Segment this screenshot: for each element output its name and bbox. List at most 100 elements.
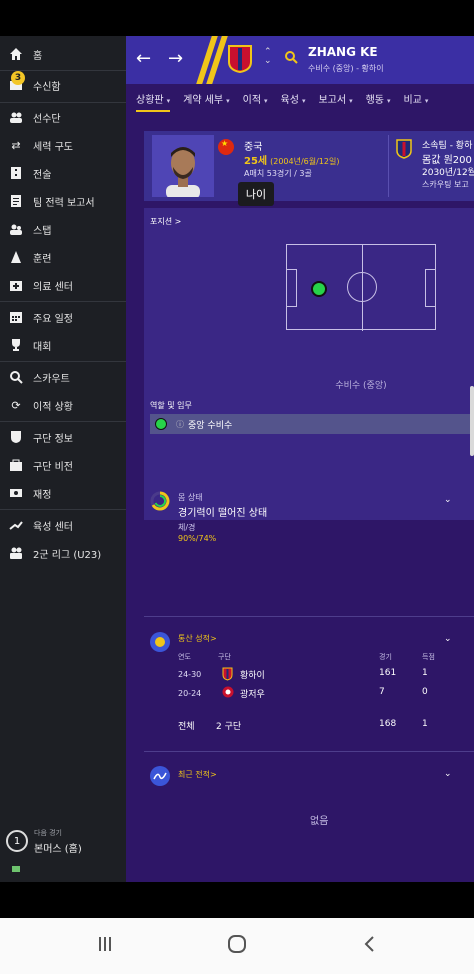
- sidebar-item-scouting[interactable]: 스카우트: [0, 363, 126, 391]
- sidebar-item-dynamics[interactable]: ⇄ 세력 구도: [0, 131, 126, 159]
- transfer-icon: ⟳: [11, 398, 21, 412]
- next-match[interactable]: 1 다음 경기 본머스 (홈): [4, 826, 124, 860]
- sidebar-item-squad[interactable]: 선수단: [0, 103, 126, 131]
- sidebar-item-label: 육성 센터: [33, 521, 73, 533]
- sidebar-item-tactics[interactable]: 전술: [0, 159, 126, 187]
- stat-year: 20-24: [178, 689, 202, 698]
- home-icon: [9, 47, 23, 61]
- sidebar-item-home[interactable]: 홈: [0, 40, 126, 68]
- next-match-number: 1: [6, 830, 28, 852]
- forward-arrow-icon[interactable]: →: [168, 48, 183, 69]
- age[interactable]: 25세 (2004년/6월/12일): [244, 152, 339, 167]
- sidebar-item-staff[interactable]: 스탭: [0, 215, 126, 243]
- tab-transfer[interactable]: 이적 ▾: [243, 91, 268, 106]
- recent-form-title[interactable]: 최근 전적>: [178, 769, 217, 780]
- stat-total-goals: 1: [422, 719, 428, 729]
- profile-card: 중국 25세(2004년/6월/12일) A매치 53경기 / 3골 소속팀 -…: [144, 131, 474, 201]
- role-status-dot: [155, 418, 167, 430]
- stat-goals: 0: [422, 687, 428, 697]
- sidebar-item-label: 스카우트: [33, 373, 70, 385]
- trend-icon: [150, 766, 170, 786]
- player-subtitle: 수비수 (중앙) - 황하이: [308, 64, 384, 73]
- pitch-centre-circle: [347, 272, 377, 302]
- sidebar-item-club-info[interactable]: 구단 정보: [0, 423, 126, 451]
- development-icon: [9, 518, 23, 532]
- tab-bar: 상황판 ▾ 계약 세부 ▾ 이적 ▾ 육성 ▾ 보고서 ▾ 행동 ▾ 비교 ▾: [126, 84, 474, 112]
- training-icon: [9, 250, 23, 264]
- sidebar-item-u23[interactable]: 2군 리그 (U23): [0, 539, 126, 567]
- guangzhou-crest-icon: [222, 686, 234, 698]
- international-caps: A매치 53경기 / 3골: [244, 169, 312, 178]
- player-photo: [152, 135, 214, 197]
- sidebar: 홈 수신함 3 선수단 ⇄ 세력 구도 전술 팀 전력 보고서 스탭 훈련 의료…: [0, 36, 126, 882]
- chevron-down-icon[interactable]: ⌄: [444, 634, 452, 644]
- tab-compare[interactable]: 비교 ▾: [404, 91, 429, 106]
- divider: [0, 301, 126, 302]
- sidebar-item-label: 주요 일정: [33, 313, 73, 325]
- chevron-down-icon: ▾: [301, 96, 306, 105]
- divider: [0, 361, 126, 362]
- career-stats-title[interactable]: 통산 성적>: [178, 633, 217, 644]
- sidebar-item-training[interactable]: 훈련: [0, 243, 126, 271]
- medical-icon: [9, 278, 23, 292]
- tab-development[interactable]: 육성 ▾: [281, 91, 306, 106]
- sidebar-item-label: 팀 전력 보고서: [33, 197, 95, 209]
- age-tooltip: 나이: [238, 182, 274, 206]
- stat-club[interactable]: 광저우: [240, 687, 265, 700]
- scouting-report[interactable]: 스카우팅 보고: [422, 179, 469, 190]
- sidebar-item-competitions[interactable]: 대회: [0, 331, 126, 359]
- home-button-icon[interactable]: [227, 934, 247, 959]
- sidebar-item-club-vision[interactable]: 구단 비전: [0, 451, 126, 479]
- club-crest-icon[interactable]: [228, 45, 252, 73]
- club-icon: [9, 430, 23, 444]
- pitch-right-box: [425, 269, 435, 307]
- staff-icon: [9, 222, 23, 236]
- info-icon[interactable]: ⓘ: [176, 419, 184, 430]
- sidebar-item-label: 2군 리그 (U23): [33, 549, 102, 561]
- condition-status: 경기력이 떨어진 상태: [178, 508, 268, 519]
- position-title[interactable]: 포지션 >: [150, 216, 181, 227]
- trophy-icon: [9, 338, 23, 352]
- sidebar-item-label: 대회: [33, 341, 52, 353]
- stat-header-year: 연도: [178, 653, 191, 661]
- sidebar-item-schedule[interactable]: 주요 일정: [0, 303, 126, 331]
- chevron-down-icon[interactable]: ⌄: [444, 769, 452, 779]
- back-button-icon[interactable]: [362, 934, 376, 958]
- next-match-caption: 다음 경기: [34, 829, 62, 837]
- pitch-diagram: [286, 244, 436, 331]
- scrollbar[interactable]: [470, 386, 474, 456]
- tab-reports[interactable]: 보고서 ▾: [318, 91, 352, 106]
- recent-apps-icon[interactable]: [96, 934, 114, 958]
- divider: [144, 616, 474, 617]
- sidebar-item-label: 스탭: [33, 225, 52, 237]
- tab-overview[interactable]: 상황판 ▾: [136, 91, 171, 112]
- sidebar-item-label: 이적 상황: [33, 401, 73, 413]
- club-label[interactable]: 소속팀 - 황하: [422, 138, 472, 151]
- dynamics-icon: ⇄: [11, 138, 21, 152]
- chevron-down-icon[interactable]: ⌄: [444, 495, 452, 505]
- condition-title: 몸 상태: [178, 493, 203, 502]
- divider: [0, 509, 126, 510]
- stat-goals: 1: [422, 668, 428, 678]
- up-down-chevron-icon[interactable]: ⌃ ⌄: [264, 48, 272, 66]
- sidebar-item-finances[interactable]: 재정: [0, 479, 126, 507]
- recent-form-empty: 없음: [310, 816, 329, 827]
- sidebar-item-transfers[interactable]: ⟳ 이적 상황: [0, 391, 126, 419]
- sidebar-item-label: 재정: [33, 489, 52, 501]
- stat-club[interactable]: 황하이: [240, 668, 265, 681]
- sidebar-item-medical[interactable]: 의료 센터: [0, 271, 126, 299]
- chevron-down-icon: ▾: [424, 96, 429, 105]
- stat-apps: 161: [379, 668, 397, 678]
- sidebar-item-report[interactable]: 팀 전력 보고서: [0, 187, 126, 215]
- bottom-spacer: [0, 882, 474, 918]
- tab-actions[interactable]: 행동 ▾: [366, 91, 391, 106]
- tab-contract[interactable]: 계약 세부 ▾: [183, 91, 230, 106]
- sidebar-item-development[interactable]: 육성 센터: [0, 511, 126, 539]
- sidebar-item-label: 선수단: [33, 113, 61, 125]
- back-arrow-icon[interactable]: ←: [136, 48, 151, 69]
- condition-ring-icon: [150, 491, 170, 511]
- top-bar: ← → ⌃ ⌄ ZHANG KE 수비수 (중앙) - 황하이: [126, 36, 474, 84]
- stat-total-apps: 168: [379, 719, 397, 729]
- role-row[interactable]: ⓘ 중앙 수비수: [150, 414, 474, 434]
- search-icon[interactable]: [284, 50, 298, 68]
